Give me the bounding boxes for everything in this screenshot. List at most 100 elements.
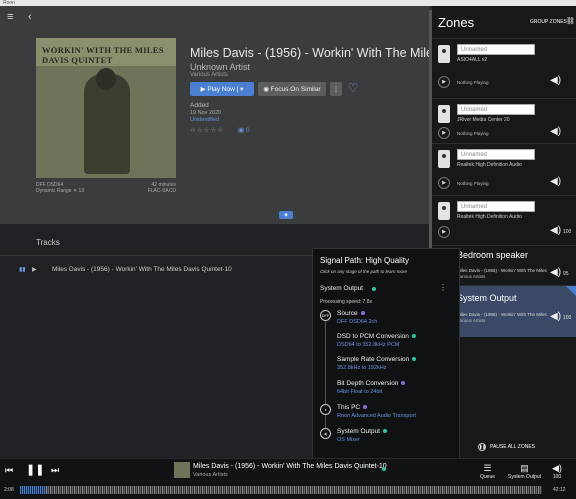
queue-button[interactable]: ☰ Queue xyxy=(480,463,495,480)
group-zones-button[interactable]: GROUP ZONES xyxy=(530,19,567,25)
volume-icon[interactable]: ◀) xyxy=(550,176,561,187)
zone-artist: Various Artists xyxy=(457,274,486,279)
pause-all-zones-button[interactable]: ❚❚ PAUSE ALL ZONES xyxy=(478,443,535,451)
pc-icon: ◑ xyxy=(320,404,331,415)
zone-track: Miles Davis - (1956) - Workin' With The … xyxy=(457,312,547,317)
step-detail: 352.8kHz to 192kHz xyxy=(337,365,387,371)
track-name[interactable]: Miles Davis - (1956) - Workin' With The … xyxy=(52,266,232,273)
signal-path-label: Signal Path: xyxy=(320,256,364,265)
zone-name: Bedroom speaker xyxy=(457,250,529,260)
zone-artist: Various Artists xyxy=(457,318,486,323)
quality-dot-icon xyxy=(372,287,376,291)
step-label-text: This PC xyxy=(337,404,361,411)
queue-label: Queue xyxy=(480,474,496,480)
step-detail: DSD64 to 352.8kHz PCM xyxy=(337,342,400,348)
tag-icon[interactable]: ▣ 0 xyxy=(238,126,250,134)
volume-icon[interactable]: ◀) xyxy=(550,126,561,137)
zone-play-icon[interactable]: ▶ xyxy=(438,76,450,88)
signal-quality: High Quality xyxy=(365,256,409,265)
pause-button-icon[interactable]: ❚❚ xyxy=(26,463,44,476)
total-time: 42:12 xyxy=(553,487,566,493)
waveform-seekbar[interactable] xyxy=(20,486,542,494)
tag-count: 0 xyxy=(245,127,250,134)
step-label-text: Sample Rate Conversion xyxy=(337,356,410,363)
quality-dot-icon xyxy=(363,405,368,410)
speaker-icon: ◂) xyxy=(320,428,331,439)
quality-dot-icon xyxy=(412,357,417,362)
zone-card[interactable]: Unnamed Realtek High Definition Audio ▶ … xyxy=(432,143,576,195)
added-date: 19 Nov 2020 xyxy=(190,110,222,116)
queue-icon: ☰ xyxy=(483,463,492,473)
zone-card[interactable]: Unnamed JRiver Media Center 20 ▶ Nothing… xyxy=(432,98,576,143)
dynamic-range: Dynamic Range ✕ 13 xyxy=(36,188,85,194)
volume-icon[interactable]: ◀) xyxy=(550,311,561,322)
path-connector-line xyxy=(325,315,326,433)
source-icon: DFF xyxy=(320,310,331,321)
signal-path-popup: Signal Path: High Quality Click on any s… xyxy=(312,248,460,460)
format-info: DFF DSD64 Dynamic Range ✕ 13 xyxy=(36,182,84,194)
zone-device-name: Realtek High Definition Audio xyxy=(457,214,522,220)
now-playing-artist[interactable]: Various Artists xyxy=(193,472,228,478)
zone-play-icon[interactable]: ▶ xyxy=(438,177,450,189)
player-bar: ⏮ ❚❚ ⏭ Miles Davis - (1956) - Workin' Wi… xyxy=(0,458,576,499)
album-various-artists[interactable]: Various Artists xyxy=(190,72,228,78)
hamburger-menu-icon[interactable]: ≡ xyxy=(7,11,13,23)
heart-icon[interactable]: ♡ xyxy=(346,81,360,95)
zone-card[interactable]: Unnamed ASIO4ALL v2 ▶ Nothing Playing ◀) xyxy=(432,38,576,98)
output-label: System Output xyxy=(508,474,542,480)
step-label-text: DSD to PCM Conversion xyxy=(337,333,409,340)
play-now-button[interactable]: ▶ Play Now | ▾ xyxy=(190,82,254,96)
zone-play-icon[interactable]: ▶ xyxy=(438,226,450,238)
zone-play-icon[interactable]: ▶ xyxy=(438,127,450,139)
album-artist[interactable]: Unknown Artist xyxy=(190,62,250,72)
zone-name-input[interactable]: Unnamed xyxy=(457,44,535,55)
device-icon xyxy=(438,105,450,123)
added-label: Added xyxy=(190,102,209,109)
elapsed-time: 2:08 xyxy=(4,487,14,493)
step-label-text: Source xyxy=(337,310,358,317)
speaker-device-icon: ▤ xyxy=(520,463,529,473)
step-label: This PC xyxy=(337,404,368,411)
more-options-icon[interactable]: ⋮ xyxy=(439,283,447,292)
volume-button[interactable]: ◀) 100 xyxy=(552,463,562,480)
quality-dot-icon xyxy=(360,311,365,316)
zone-card[interactable]: Unnamed Realtek High Definition Audio ▶ … xyxy=(432,195,576,245)
step-label: DSD to PCM Conversion xyxy=(337,333,416,340)
zone-name-input[interactable]: Unnamed xyxy=(457,201,535,212)
device-icon xyxy=(438,202,450,220)
cover-head xyxy=(96,68,116,90)
now-playing-bars-icon: ▮▮ xyxy=(19,267,26,273)
previous-track-icon[interactable]: ⏮ xyxy=(5,465,13,476)
selected-corner-indicator xyxy=(566,286,576,296)
signal-path-badge-icon[interactable]: ◈ xyxy=(279,211,293,219)
pause-icon: ❚❚ xyxy=(478,443,486,451)
volume-icon[interactable]: ◀) xyxy=(550,225,561,236)
now-playing-album-art[interactable] xyxy=(174,462,190,478)
zone-name-input[interactable]: Unnamed xyxy=(457,149,535,160)
link-icon[interactable]: ⛓ xyxy=(566,17,575,25)
play-icon[interactable]: ▶ xyxy=(32,266,37,273)
more-options-button[interactable]: ⋮ xyxy=(330,82,342,96)
next-track-icon[interactable]: ⏭ xyxy=(51,465,59,476)
rating-stars[interactable]: ☆☆☆☆☆ xyxy=(190,126,224,134)
pause-all-label: PAUSE ALL ZONES xyxy=(490,444,536,450)
album-cover[interactable]: WORKIN' WITH THE MILES DAVIS QUINTET xyxy=(36,38,176,178)
zone-name: System Output xyxy=(457,293,517,303)
identify-link[interactable]: Unidentified xyxy=(190,117,219,123)
signal-path-title: Signal Path: High Quality xyxy=(320,256,409,265)
cover-title: WORKIN' WITH THE MILES DAVIS QUINTET xyxy=(42,45,164,65)
step-detail: OS Mixer xyxy=(337,437,360,443)
volume-icon[interactable]: ◀) xyxy=(550,267,561,278)
zone-output-button[interactable]: ▤ System Output xyxy=(508,463,541,480)
signal-path-indicator-icon[interactable] xyxy=(382,467,386,471)
zone-name-input[interactable]: Unnamed xyxy=(457,104,535,115)
volume-label: 100 xyxy=(552,474,562,480)
played-progress xyxy=(20,486,47,494)
zone-device-name: ASIO4ALL v2 xyxy=(457,57,488,63)
focus-on-similar-button[interactable]: ◉ Focus On Similar xyxy=(258,82,326,96)
signal-path-hint: Click on any stage of the path to learn … xyxy=(320,269,408,274)
back-arrow-icon[interactable]: ‹ xyxy=(28,11,32,23)
volume-icon[interactable]: ◀) xyxy=(550,75,561,86)
step-detail: DFF DSD64 2ch xyxy=(337,319,378,325)
now-playing-title[interactable]: Miles Davis - (1956) - Workin' With The … xyxy=(193,463,387,470)
